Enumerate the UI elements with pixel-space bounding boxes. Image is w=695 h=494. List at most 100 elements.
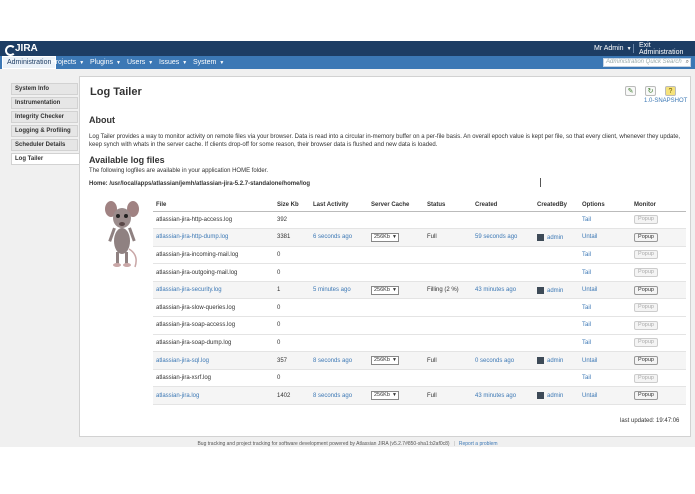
- popup-button[interactable]: Popup: [634, 391, 658, 401]
- file-name: atlassian-jira-slow-queries.log: [156, 304, 236, 311]
- file-cell: atlassian-jira-slow-queries.log: [153, 298, 274, 318]
- col-header-file: File: [153, 199, 274, 212]
- created-by-user-link[interactable]: admin: [547, 393, 563, 399]
- table-row: atlassian-jira-slow-queries.log 0 Tail Popu…: [153, 298, 686, 318]
- log-files-table: File Size Kb Last Activity Server Cache …: [153, 199, 686, 406]
- server-cache-cell: [368, 334, 424, 353]
- options-cell: Untail: [579, 228, 631, 247]
- plugin-icon[interactable]: ✎: [625, 86, 636, 96]
- user-avatar-icon: [537, 286, 544, 294]
- created-by-cell: admin: [534, 386, 579, 406]
- last-activity-value: 8 seconds ago: [313, 357, 353, 364]
- sidebar-item-logging-profiling[interactable]: Logging & Profiling: [11, 125, 78, 137]
- tail-link[interactable]: Tail: [582, 305, 591, 311]
- popup-button[interactable]: Popup: [634, 338, 658, 348]
- created-by-user-link[interactable]: admin: [547, 235, 563, 241]
- menu-system[interactable]: System ▼: [189, 56, 228, 69]
- refresh-icon[interactable]: ↻: [645, 86, 656, 96]
- menu-users[interactable]: Users ▼: [123, 56, 157, 69]
- untail-link[interactable]: Untail: [582, 358, 597, 364]
- monitor-cell: Popup: [631, 351, 686, 370]
- exit-administration-link[interactable]: Exit Administration: [639, 41, 695, 56]
- size-cell: 0: [274, 316, 310, 335]
- footer-divider: |: [453, 441, 455, 447]
- sidebar-item-log-tailer[interactable]: Log Tailer: [11, 153, 80, 165]
- jira-logo[interactable]: JIRA: [4, 42, 38, 56]
- monitor-cell: Popup: [631, 298, 686, 318]
- status-value: Full: [427, 392, 437, 399]
- file-cell: atlassian-jira.log: [153, 386, 274, 406]
- size-cell: 0: [274, 369, 310, 388]
- server-cache-select[interactable]: 256Kb ▼: [371, 356, 399, 366]
- tail-link[interactable]: Tail: [582, 340, 591, 346]
- brand-label: JIRA: [15, 43, 38, 54]
- admin-quick-search-input[interactable]: Administration Quick Search ⌕: [603, 58, 691, 67]
- help-icon[interactable]: ?: [665, 86, 676, 96]
- options-cell: Tail: [579, 263, 631, 282]
- sidebar-item-scheduler-details[interactable]: Scheduler Details: [11, 139, 78, 151]
- tail-link[interactable]: Tail: [582, 217, 591, 223]
- popup-button[interactable]: Popup: [634, 285, 658, 295]
- created-by-user-link[interactable]: admin: [547, 358, 563, 364]
- table-row: atlassian-jira-sql.log 357 8 seconds ago 25…: [153, 351, 686, 370]
- popup-button[interactable]: Popup: [634, 356, 658, 366]
- chevron-down-icon: ▼: [392, 392, 397, 399]
- about-text: Log Tailer provides a way to monitor act…: [89, 134, 681, 148]
- tail-link[interactable]: Tail: [582, 270, 591, 276]
- sidebar-item-instrumentation[interactable]: Instrumentation: [11, 97, 78, 109]
- report-problem-link[interactable]: Report a problem: [459, 441, 498, 447]
- untail-link[interactable]: Untail: [582, 393, 597, 399]
- server-cache-cell: 256Kb ▼: [368, 228, 424, 247]
- table-header-row: File Size Kb Last Activity Server Cache …: [153, 199, 686, 212]
- size-cell: 0: [274, 334, 310, 353]
- user-menu[interactable]: Mr Admin ▼: [594, 41, 632, 56]
- monitor-cell: Popup: [631, 228, 686, 247]
- chevron-down-icon: ▼: [392, 357, 397, 364]
- file-name: atlassian-jira-http-access.log: [156, 216, 233, 223]
- file-link[interactable]: atlassian-jira-security.log: [156, 287, 222, 293]
- menu-projects[interactable]: Projects ▼: [47, 56, 88, 69]
- tail-link[interactable]: Tail: [582, 322, 591, 328]
- menu-plugins[interactable]: Plugins ▼: [86, 56, 125, 69]
- server-cache-select[interactable]: 256Kb ▼: [371, 285, 399, 295]
- sidebar-item-system-info[interactable]: System Info: [11, 83, 78, 95]
- tail-link[interactable]: Tail: [582, 252, 591, 258]
- popup-button[interactable]: Popup: [634, 268, 658, 278]
- server-cache-select[interactable]: 256Kb ▼: [371, 232, 399, 242]
- sidebar-item-integrity-checker[interactable]: Integrity Checker: [11, 111, 78, 123]
- size-cell: 392: [274, 211, 310, 230]
- version-label: 1.0-SNAPSHOT: [644, 98, 688, 104]
- created-by-cell: admin: [534, 281, 579, 300]
- user-avatar-icon: [537, 392, 544, 400]
- table-row: atlassian-jira-http-dump.log 3381 6 second…: [153, 228, 686, 247]
- menu-label: Plugins: [90, 59, 113, 66]
- table-row: atlassian-jira-soap-access.log 0 Tail Popup: [153, 316, 686, 335]
- untail-link[interactable]: Untail: [582, 287, 597, 293]
- chevron-down-icon: ▼: [115, 59, 121, 66]
- popup-button[interactable]: Popup: [634, 232, 658, 242]
- size-value: 0: [277, 304, 281, 311]
- popup-button[interactable]: Popup: [634, 303, 658, 313]
- created-cell: 43 minutes ago: [472, 281, 534, 300]
- popup-button[interactable]: Popup: [634, 250, 658, 260]
- activity-cell: 6 seconds ago: [310, 228, 368, 247]
- file-cell: atlassian-jira-security.log: [153, 281, 274, 300]
- server-cache-cell: [368, 211, 424, 230]
- popup-button[interactable]: Popup: [634, 320, 658, 330]
- activity-cell: [310, 246, 368, 265]
- file-link[interactable]: atlassian-jira-sql.log: [156, 358, 209, 364]
- popup-button[interactable]: Popup: [634, 215, 658, 225]
- size-value: 0: [277, 339, 281, 346]
- col-header-status: Status: [424, 199, 472, 212]
- header-divider: [633, 44, 634, 53]
- monitor-cell: Popup: [631, 263, 686, 282]
- menu-issues[interactable]: Issues ▼: [155, 56, 191, 69]
- tail-link[interactable]: Tail: [582, 375, 591, 381]
- server-cache-select[interactable]: 256Kb ▼: [371, 391, 399, 401]
- rat-mascot-image: [105, 201, 139, 268]
- popup-button[interactable]: Popup: [634, 373, 658, 383]
- untail-link[interactable]: Untail: [582, 234, 597, 240]
- file-link[interactable]: atlassian-jira.log: [156, 393, 199, 399]
- file-link[interactable]: atlassian-jira-http-dump.log: [156, 234, 228, 240]
- created-by-user-link[interactable]: admin: [547, 288, 563, 294]
